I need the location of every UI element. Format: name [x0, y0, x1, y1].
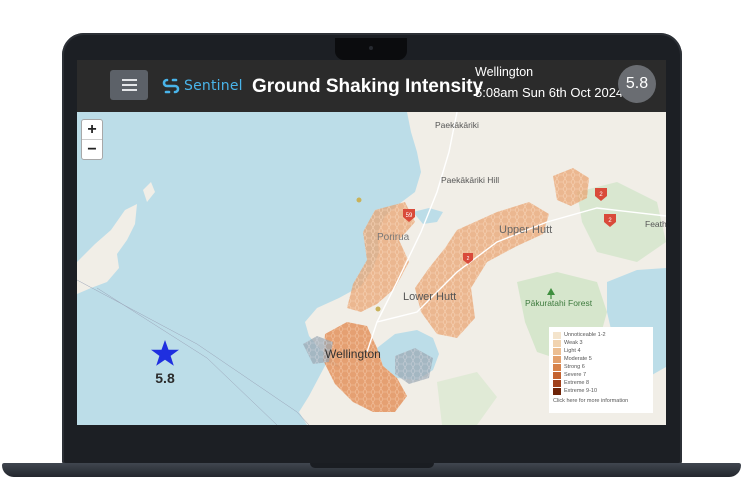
legend-item: Severe 7	[553, 371, 649, 379]
legend-label: Unnoticeable 1-2	[564, 332, 606, 338]
map-label-lower-hutt: Lower Hutt	[403, 291, 456, 303]
laptop-base-notch	[310, 463, 434, 468]
legend-item: Moderate 5	[553, 355, 649, 363]
legend-swatch	[553, 347, 561, 355]
legend-swatch	[553, 363, 561, 371]
event-location: Wellington	[475, 65, 534, 79]
zoom-out-button[interactable]: −	[82, 139, 102, 159]
legend-item: Extreme 8	[553, 379, 649, 387]
zoom-in-button[interactable]: +	[82, 120, 102, 139]
map-label-porirua: Porirua	[377, 232, 410, 243]
menu-button[interactable]	[110, 70, 148, 100]
map-label-paekakariki: Paekākāriki	[435, 120, 479, 130]
sentinel-logo-icon	[162, 78, 180, 94]
legend-swatch	[553, 355, 561, 363]
legend-item: Unnoticeable 1-2	[553, 331, 649, 339]
legend-label: Light 4	[564, 348, 581, 354]
app-header: Sentinel Ground Shaking Intensity Wellin…	[77, 60, 666, 112]
legend-swatch	[553, 379, 561, 387]
map-marker-icon	[375, 306, 381, 312]
legend-label: Weak 3	[564, 340, 583, 346]
legend-swatch	[553, 387, 561, 395]
svg-text:59: 59	[406, 213, 413, 219]
brand-name: Sentinel	[184, 78, 243, 94]
intensity-legend[interactable]: Unnoticeable 1-2 Weak 3 Light 4 Moderate 5 S…	[549, 327, 653, 413]
legend-info-link[interactable]: Click here for more information	[553, 398, 649, 404]
legend-label: Extreme 8	[564, 380, 590, 386]
map-label-featherston: Feath	[645, 219, 666, 229]
hamburger-icon-line	[121, 79, 137, 81]
legend-item: Light 4	[553, 347, 649, 355]
map-marker-icon	[356, 197, 362, 203]
camera-icon	[369, 46, 373, 50]
hamburger-icon-line	[121, 89, 137, 91]
brand-logo[interactable]: Sentinel	[161, 74, 243, 98]
map-label-wellington: Wellington	[325, 347, 381, 361]
event-datetime: 5:08am Sun 6th Oct 2024	[475, 85, 624, 100]
legend-swatch	[553, 331, 561, 339]
app-screen: Sentinel Ground Shaking Intensity Wellin…	[77, 60, 666, 425]
epicentre-magnitude: 5.8	[155, 370, 175, 386]
zoom-control: + −	[81, 119, 103, 160]
hamburger-icon-line	[121, 84, 137, 86]
legend-swatch	[553, 339, 561, 347]
legend-label: Severe 7	[564, 372, 587, 378]
legend-item: Strong 6	[553, 363, 649, 371]
legend-item: Extreme 9-10	[553, 387, 649, 395]
magnitude-badge: 5.8	[618, 65, 656, 103]
legend-item: Weak 3	[553, 339, 649, 347]
map-label-upper-hutt: Upper Hutt	[499, 224, 552, 236]
legend-swatch	[553, 371, 561, 379]
legend-items: Unnoticeable 1-2 Weak 3 Light 4 Moderate 5 S…	[553, 331, 649, 395]
svg-text:2: 2	[467, 256, 470, 262]
map[interactable]: 59 2 2 2 Paekākāriki Paekākāriki Hill Po…	[77, 111, 666, 425]
legend-label: Moderate 5	[564, 356, 592, 362]
legend-label: Strong 6	[564, 364, 585, 370]
map-label-pakuratahi-forest: Pākuratahi Forest	[525, 298, 593, 308]
legend-label: Extreme 9-10	[564, 388, 598, 394]
page-title: Ground Shaking Intensity	[252, 76, 484, 97]
map-label-paekakariki-hill: Paekākāriki Hill	[441, 175, 499, 185]
